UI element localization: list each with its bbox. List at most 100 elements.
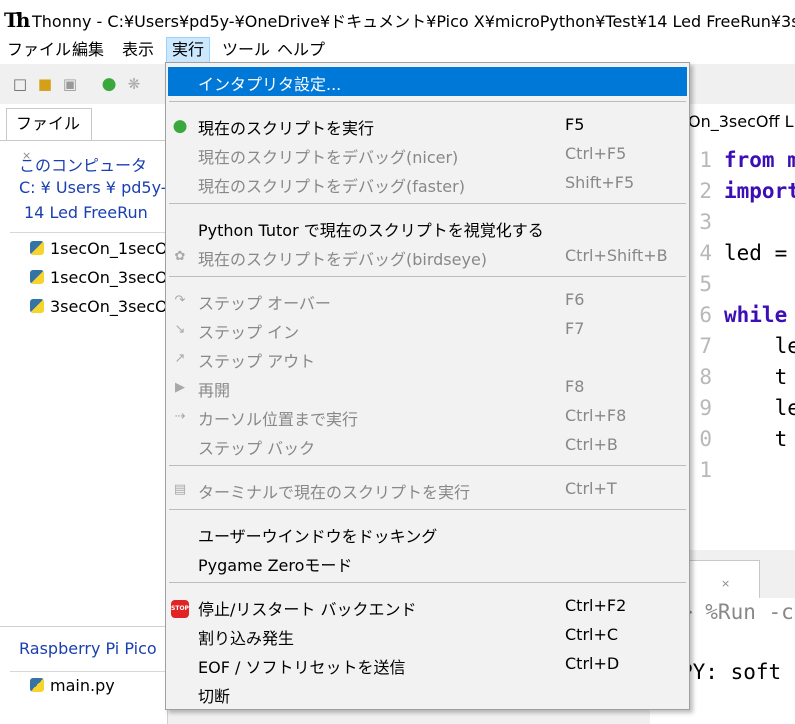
path-segment-users[interactable]: C: ¥ Users ¥ pd5y- [19,178,167,197]
menu-item-label: EOF / ソフトリセットを送信 [198,658,406,677]
file-name: 3secOn_3secO [50,297,168,316]
menu-item-label: 現在のスクリプトを実行 [198,119,375,138]
shortcut-label: Ctrl+T [565,479,617,498]
menu-item-label: 現在のスクリプトをデバッグ(nicer) [198,148,459,167]
menu-item-label: ターミナルで現在のスクリプトを実行 [198,483,471,502]
shortcut-label: Ctrl+F8 [565,406,627,425]
menu-view[interactable]: 表示 [117,37,159,63]
step-over-icon: ↷ [174,293,186,308]
device-title[interactable]: Raspberry Pi Pico [19,639,157,658]
menu-separator [169,203,686,204]
menu-item-debug-faster[interactable]: 現在のスクリプトをデバッグ(faster) Shift+F5 [168,169,687,198]
code-line: t [724,427,788,451]
menu-item-label: ステップ バック [198,439,316,458]
step-into-icon: ↘ [174,322,186,337]
shortcut-label: F5 [565,115,585,134]
shortcut-label: Ctrl+F5 [565,144,627,163]
code-line: while [724,303,795,327]
menu-item-send-eof[interactable]: EOF / ソフトリセットを送信 Ctrl+D [168,650,687,679]
menu-item-resume[interactable]: ▶ 再開 F8 [168,373,687,402]
menu-item-label: カーソル位置まで実行 [198,410,359,429]
path-segment-folder[interactable]: 14 Led FreeRun [24,203,148,222]
menu-separator [169,509,686,510]
terminal-icon: ▤ [173,482,187,497]
menu-item-step-out[interactable]: ↗ ステップ アウト [168,344,687,373]
open-folder-icon[interactable]: ■ [35,74,55,94]
shortcut-label: Ctrl+C [565,625,619,644]
tab-files[interactable]: ファイル× [6,108,92,162]
menu-help[interactable]: ヘルプ [272,37,330,63]
menu-file[interactable]: ファイル [2,37,76,63]
file-list-item[interactable]: 3secOn_3secO [30,296,168,318]
menu-item-label: Pygame Zeroモード [198,556,353,575]
python-file-icon [30,678,44,692]
menu-run[interactable]: 実行 [166,37,211,63]
menu-item-label: 再開 [198,381,231,400]
tab-files-label: ファイル [16,114,81,133]
menu-item-label: 割り込み発生 [198,629,295,648]
run-icon: ● [172,116,188,136]
menu-separator [169,582,686,583]
code-line: import [724,179,795,203]
menu-item-debug-birdseye[interactable]: ✿ 現在のスクリプトをデバッグ(birdseye) Ctrl+Shift+B [168,242,687,271]
code-editor[interactable]: from m import led = while le t le t [718,140,795,550]
menu-edit[interactable]: 編集 [67,37,109,63]
code-line: led = [724,241,795,265]
menu-item-interpreter-settings[interactable]: インタプリタ設定... [168,67,687,96]
run-icon[interactable]: ● [99,74,119,94]
shortcut-label: Ctrl+B [565,435,618,454]
menu-item-label: ユーザーウインドウをドッキング [198,527,438,546]
divider [10,671,168,672]
menu-item-label: 現在のスクリプトをデバッグ(birdseye) [198,250,488,269]
file-name: 1secOn_3secO [50,268,168,287]
menu-tools[interactable]: ツール [217,37,275,63]
run-to-cursor-icon: ⇢ [174,409,186,424]
menu-item-interrupt[interactable]: 割り込み発生 Ctrl+C [168,621,687,650]
window-title: Thonny - C:¥Users¥pd5y-¥OneDrive¥ドキュメント¥… [32,12,795,31]
menu-item-step-back[interactable]: ステップ バック Ctrl+B [168,431,687,460]
menu-item-step-into[interactable]: ↘ ステップ イン F7 [168,315,687,344]
birdseye-icon: ✿ [174,249,186,264]
file-name: 1secOn_1secO [50,239,168,258]
menu-item-debug-nicer[interactable]: 現在のスクリプトをデバッグ(nicer) Ctrl+F5 [168,140,687,169]
location-this-computer[interactable]: このコンピュータ [19,152,147,176]
menu-item-label: ステップ イン [198,323,300,342]
code-line: le [724,334,795,358]
file-list-item[interactable]: 1secOn_1secO [30,238,168,260]
menu-item-python-tutor[interactable]: Python Tutor で現在のスクリプトを視覚化する [168,213,687,242]
file-list-item[interactable]: 1secOn_3secO [30,267,168,289]
code-line: from m [724,148,795,172]
shell-output-line: PY: soft [680,660,794,684]
save-icon[interactable]: ▣ [60,74,80,94]
shortcut-label: F7 [565,319,585,338]
new-file-icon[interactable]: □ [10,74,30,94]
step-out-icon: ↗ [174,351,186,366]
menu-item-run-in-terminal[interactable]: ▤ ターミナルで現在のスクリプトを実行 Ctrl+T [168,475,687,504]
menu-item-label: 切断 [198,687,231,706]
menu-item-label: 停止/リスタート バックエンド [198,600,417,619]
file-name: main.py [50,676,115,695]
shortcut-label: Ctrl+D [565,654,620,673]
menu-item-label: Python Tutor で現在のスクリプトを視覚化する [198,221,544,240]
menu-item-stop-restart-backend[interactable]: STOP 停止/リスタート バックエンド Ctrl+F2 [168,592,687,621]
thonny-logo-icon: Th [4,8,30,32]
menu-item-step-over[interactable]: ↷ ステップ オーバー F6 [168,286,687,315]
menu-item-dock-user-windows[interactable]: ユーザーウインドウをドッキング [168,519,687,548]
stop-icon: STOP [170,597,190,618]
editor-tab-label[interactable]: On_3secOff L [688,112,794,131]
menu-separator [169,465,686,466]
close-icon[interactable]: × [721,577,730,590]
run-menu-dropdown: インタプリタ設定... ● 現在のスクリプトを実行 F5 現在のスクリプトをデバ… [165,62,690,710]
python-file-icon [30,241,44,255]
menu-item-label: ステップ オーバー [198,294,331,313]
menu-item-run-current-script[interactable]: ● 現在のスクリプトを実行 F5 [168,111,687,140]
menu-item-run-to-cursor[interactable]: ⇢ カーソル位置まで実行 Ctrl+F8 [168,402,687,431]
menu-item-pygame-zero-mode[interactable]: Pygame Zeroモード [168,548,687,577]
menu-separator [169,276,686,277]
python-file-icon [30,270,44,284]
device-files-pane: Raspberry Pi Pico main.py [0,626,168,724]
debug-icon[interactable]: ❋ [124,74,144,94]
menu-item-disconnect[interactable]: 切断 [168,679,687,708]
file-list-item[interactable]: main.py [30,675,115,697]
shell-prompt-line: > %Run -c [680,600,794,624]
